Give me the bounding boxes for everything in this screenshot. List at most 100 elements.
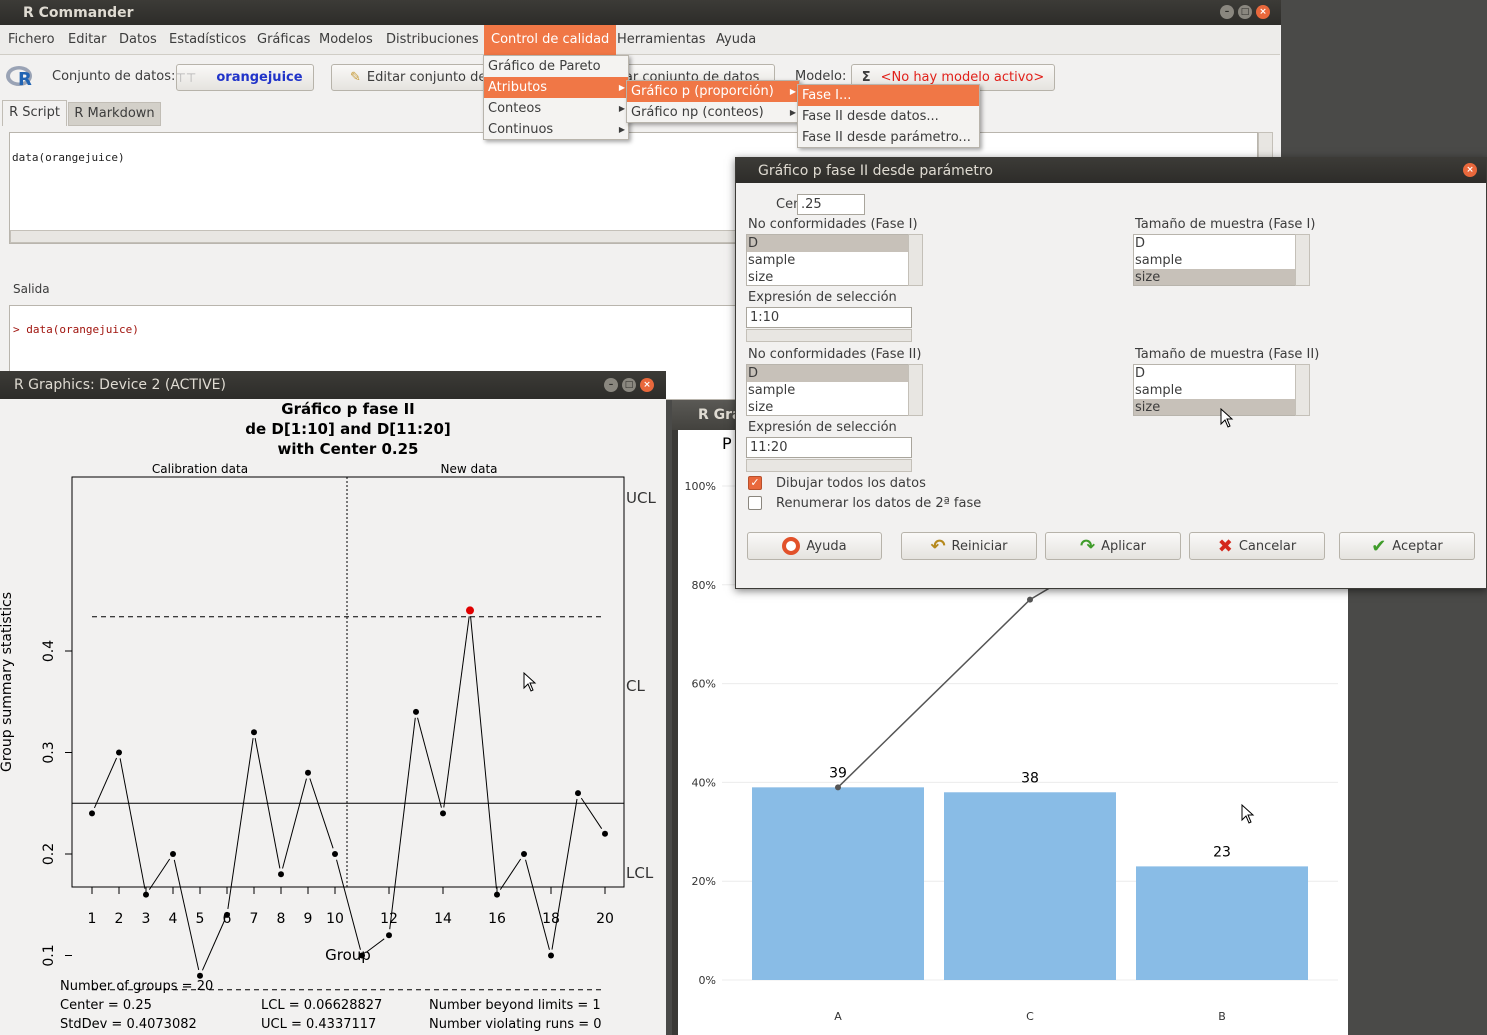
- ss2-label: Tamaño de muestra (Fase II): [1135, 347, 1320, 362]
- p-chart-title-1: Gráfico p fase II: [281, 400, 414, 418]
- ss1-scrollbar[interactable]: [1295, 234, 1310, 286]
- list-item[interactable]: D: [1134, 365, 1295, 382]
- menu-herramientas[interactable]: Herramientas: [611, 25, 712, 55]
- cumulative-point: [1027, 596, 1033, 603]
- nc1-label: No conformidades (Fase I): [748, 217, 918, 232]
- list-item[interactable]: size: [747, 399, 908, 415]
- list-item[interactable]: size: [1134, 399, 1295, 415]
- dataset-button[interactable]: ⊤⊤ orangejuice: [175, 64, 314, 91]
- menu-fichero[interactable]: Fichero: [2, 25, 61, 55]
- center-input[interactable]: .25: [797, 194, 865, 215]
- y-tick-label: 60%: [692, 678, 716, 691]
- menu-graficas[interactable]: Gráficas: [251, 25, 316, 55]
- ss1-label: Tamaño de muestra (Fase I): [1135, 217, 1316, 232]
- menu-datos[interactable]: Datos: [113, 25, 163, 55]
- menu-item-fase-i[interactable]: Fase I...: [798, 85, 979, 106]
- menu-item-fase-ii-parametro[interactable]: Fase II desde parámetro...: [798, 127, 979, 148]
- menu-item-np-chart[interactable]: Gráfico np (conteos) ▶: [627, 102, 799, 123]
- lifebuoy-icon: [782, 537, 801, 555]
- nc2-listbox[interactable]: D sample size: [746, 364, 909, 416]
- list-item[interactable]: D: [747, 235, 908, 252]
- menu-item-pareto[interactable]: Gráfico de Pareto: [484, 56, 628, 77]
- reset-button[interactable]: ↶ Reiniciar: [901, 532, 1037, 560]
- fase-i-label: Fase I...: [802, 88, 852, 103]
- x-tick-label: 12: [380, 911, 398, 927]
- cancel-button[interactable]: ✖ Cancelar: [1189, 532, 1325, 560]
- draw-all-label: Dibujar todos los datos: [776, 476, 926, 491]
- model-label: Modelo:: [795, 69, 847, 84]
- nc1-scrollbar[interactable]: [908, 234, 923, 286]
- cancel-label: Cancelar: [1238, 538, 1297, 554]
- series-line: [119, 758, 146, 889]
- sel2-hscroll[interactable]: [746, 459, 912, 472]
- series-line: [417, 717, 442, 808]
- y-tick-label: 0%: [699, 974, 716, 987]
- mouse-cursor-icon: [523, 672, 537, 692]
- x-tick-label: 2: [115, 911, 124, 927]
- menu-item-continuos[interactable]: Continuos ▶: [484, 119, 628, 140]
- tab-r-markdown[interactable]: R Markdown: [68, 102, 161, 126]
- nc2-scrollbar[interactable]: [908, 364, 923, 416]
- ss2-listbox[interactable]: D sample size: [1133, 364, 1296, 416]
- y-tick-label: 40%: [692, 776, 716, 789]
- list-item[interactable]: D: [1134, 235, 1295, 252]
- x-tick-label: 9: [304, 911, 313, 927]
- menu-estadisticos[interactable]: Estadísticos: [163, 25, 252, 55]
- list-item[interactable]: size: [747, 269, 908, 285]
- ss1-listbox[interactable]: D sample size: [1133, 234, 1296, 286]
- y-tick-label: 0.4: [41, 640, 57, 662]
- data-point: [251, 729, 257, 736]
- ok-button[interactable]: ✔ Aceptar: [1339, 532, 1475, 560]
- tab-r-script[interactable]: R Script: [2, 100, 67, 126]
- calibration-label: Calibration data: [152, 462, 248, 476]
- menu-item-atributos[interactable]: Atributos ▶: [484, 77, 628, 98]
- r-logo: R: [5, 63, 37, 91]
- menu-editar[interactable]: Editar: [62, 25, 113, 55]
- menu-control-calidad[interactable]: Control de calidad: [484, 25, 617, 55]
- menu-item-fase-ii-datos[interactable]: Fase II desde datos...: [798, 106, 979, 127]
- dialog-close-icon[interactable]: ×: [1463, 163, 1477, 177]
- atributos-submenu: Gráfico p (proporción) ▶ Gráfico np (cont…: [626, 80, 800, 123]
- menu-ayuda[interactable]: Ayuda: [710, 25, 762, 55]
- help-button[interactable]: Ayuda: [747, 532, 882, 560]
- plot-frame: [71, 476, 625, 888]
- series-line: [282, 778, 307, 869]
- svg-text:R: R: [18, 69, 32, 90]
- list-item[interactable]: sample: [1134, 382, 1295, 399]
- ss2-scrollbar[interactable]: [1295, 364, 1310, 416]
- list-item[interactable]: sample: [1134, 252, 1295, 269]
- rcmdr-titlebar[interactable]: R Commander – □ ×: [0, 0, 1281, 25]
- series-line: [443, 616, 470, 808]
- close-icon[interactable]: ×: [1256, 5, 1270, 19]
- data-point: [224, 911, 230, 918]
- list-item[interactable]: size: [1134, 269, 1295, 285]
- stat-beyond: Number beyond limits = 1: [429, 998, 601, 1013]
- maximize-icon[interactable]: □: [1238, 5, 1252, 19]
- sel1-input[interactable]: 1:10: [746, 307, 912, 328]
- list-item[interactable]: sample: [747, 252, 908, 269]
- dialog-titlebar[interactable]: Gráfico p fase II desde parámetro ×: [736, 158, 1486, 183]
- list-item[interactable]: D: [747, 365, 908, 382]
- series-line: [201, 920, 226, 971]
- x-tick-label: 7: [250, 911, 259, 927]
- menu-item-conteos[interactable]: Conteos ▶: [484, 98, 628, 119]
- draw-all-checkbox[interactable]: ✓: [748, 476, 762, 490]
- menu-item-p-chart[interactable]: Gráfico p (proporción) ▶: [627, 81, 799, 102]
- minimize-icon[interactable]: –: [1220, 5, 1234, 19]
- menu-modelos[interactable]: Modelos: [313, 25, 379, 55]
- list-item[interactable]: sample: [747, 382, 908, 399]
- sel2-input[interactable]: 11:20: [746, 437, 912, 458]
- output-label: Salida: [13, 282, 50, 296]
- menubar: Fichero Editar Datos Estadísticos Gráfic…: [0, 25, 1280, 55]
- series-line: [389, 717, 416, 930]
- pareto-bar: [752, 787, 924, 980]
- data-point: [494, 891, 500, 898]
- menu-distribuciones[interactable]: Distribuciones: [380, 25, 485, 55]
- sel1-hscroll[interactable]: [746, 329, 912, 342]
- apply-button[interactable]: ↷ Aplicar: [1045, 532, 1181, 560]
- x-tick-label: 5: [196, 911, 205, 927]
- data-point: [521, 851, 527, 857]
- renumber-checkbox[interactable]: [748, 496, 762, 510]
- bar-value-label: 39: [829, 765, 847, 781]
- nc1-listbox[interactable]: D sample size: [746, 234, 909, 286]
